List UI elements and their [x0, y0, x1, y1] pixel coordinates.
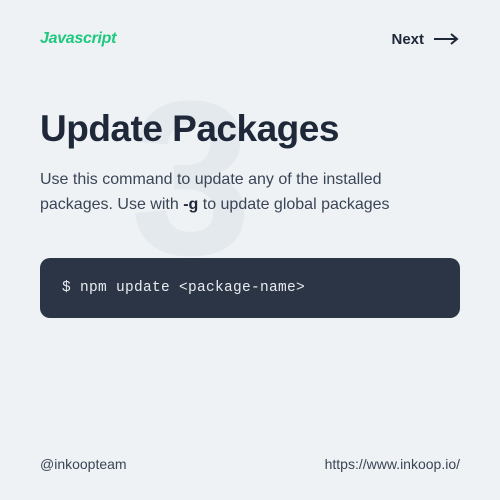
description-part2: to update global packages: [198, 196, 389, 213]
next-label: Next: [391, 31, 424, 48]
brand-label: Javascript: [40, 30, 116, 48]
code-block: $ npm update <package-name>: [40, 258, 460, 318]
header: Javascript Next: [0, 0, 500, 48]
description: Use this command to update any of the in…: [40, 168, 400, 218]
main-content: 3 Update Packages Use this command to up…: [0, 48, 500, 318]
footer: @inkoopteam https://www.inkoop.io/: [0, 456, 500, 472]
footer-url[interactable]: https://www.inkoop.io/: [325, 456, 460, 472]
description-flag: -g: [183, 196, 198, 213]
arrow-right-icon: [434, 33, 460, 45]
footer-handle[interactable]: @inkoopteam: [40, 456, 127, 472]
page-title: Update Packages: [40, 108, 460, 150]
next-link[interactable]: Next: [391, 31, 460, 48]
